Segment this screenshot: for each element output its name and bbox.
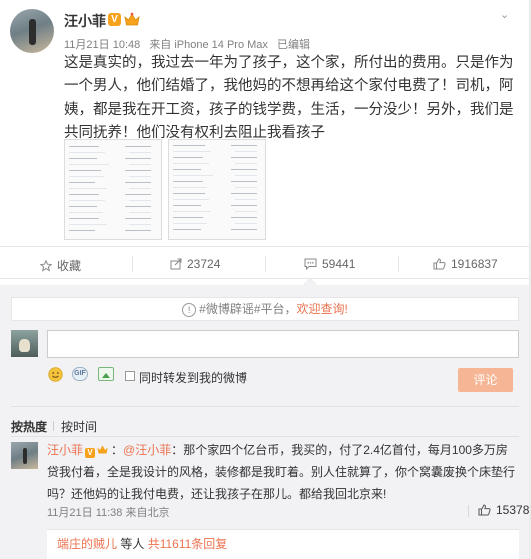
post-content: 这是真实的，我过去一年为了孩子，这个家，所付出的费用。只是作为一个男人，他们结婚… [64,55,514,142]
comment-meta: 11月21日 11:38 来自北京 [47,504,169,520]
repost-count: 23724 [187,257,221,271]
thumbs-up-icon [433,258,446,270]
comment-input[interactable] [47,330,519,358]
action-bar-divider [0,246,531,247]
post-image-1[interactable] [64,139,162,240]
info-icon: ! [182,302,197,317]
crown-icon [124,12,140,26]
action-separator [398,256,399,272]
reply-user-link[interactable]: 端庄的贼儿 [57,537,117,551]
comment-action-separator [468,505,469,517]
share-icon [170,258,182,270]
comment-button[interactable]: 59441 [304,257,355,271]
notice-link[interactable]: 欢迎查询! [297,302,348,316]
comment-item: 汪小菲 V ：@汪小菲：那个家四个亿台币，我买的，付了2.4亿首付，每月100多万房… [47,439,517,505]
reply-summary: 端庄的贼儿 等人 共11611条回复 [57,535,227,552]
comment-date: 11月21日 11:38 [47,507,123,519]
verified-badge-icon: V [108,13,121,26]
comment-count: 59441 [322,257,356,271]
panel-top-divider [0,278,531,279]
rumor-notice[interactable]: ! #微博辟谣#平台，欢迎查询! [11,297,519,321]
repost-checkbox-label: 同时转发到我的微博 [139,371,248,385]
post-source: 来自 iPhone 14 Pro Max [149,39,268,51]
current-user-avatar [11,330,38,357]
sort-separator [53,421,54,431]
comment-like-count: 153784 [496,503,531,517]
comment-author-name[interactable]: 汪小菲 [47,443,83,457]
notice-prefix: #微博辟谣#平台， [199,302,297,316]
crown-icon [97,445,108,454]
action-separator [132,256,133,272]
post-image-2[interactable] [168,139,266,240]
emoji-icon[interactable] [48,367,63,382]
like-count: 1916837 [451,257,498,271]
action-separator [265,256,266,272]
edited-label[interactable]: 已编辑 [277,39,310,51]
reply-middle: 等人 [117,537,148,551]
sort-by-time-tab[interactable]: 按时间 [61,418,97,435]
favorite-button[interactable]: 收藏 [40,257,81,274]
panel-pointer-fill [304,279,316,285]
sort-by-hot-tab[interactable]: 按热度 [11,418,47,435]
more-chevron-icon[interactable]: ⌄ [500,8,509,21]
comment-source: 来自北京 [125,507,170,519]
image-upload-icon[interactable] [98,367,114,381]
sort-divider [11,436,519,437]
verified-badge-icon: V [85,448,96,458]
view-replies-link[interactable]: 共11611条回复 [148,537,228,551]
star-icon [40,259,52,272]
comment-icon [304,258,317,270]
post-meta: 11月21日 10:48 来自 iPhone 14 Pro Max 已编辑 [64,36,310,52]
post-date[interactable]: 11月21日 10:48 [64,39,140,51]
like-button[interactable]: 1916837 [433,257,498,271]
comment-colon: ： [111,443,124,457]
comment-mention[interactable]: @汪小菲 [123,443,171,457]
comment-author-avatar[interactable] [11,442,38,469]
user-avatar[interactable] [10,9,54,53]
submit-comment-button[interactable]: 评论 [458,368,513,392]
favorite-label: 收藏 [57,259,82,273]
comment-box-divider [11,406,519,407]
thumbs-up-icon [478,504,491,516]
post-author-name[interactable]: 汪小菲 [64,11,106,31]
comment-like-button[interactable]: 153784 [478,503,531,517]
repost-button[interactable]: 23724 [170,257,220,271]
repost-checkbox[interactable] [125,371,135,381]
gif-icon[interactable]: GIF [72,367,88,381]
